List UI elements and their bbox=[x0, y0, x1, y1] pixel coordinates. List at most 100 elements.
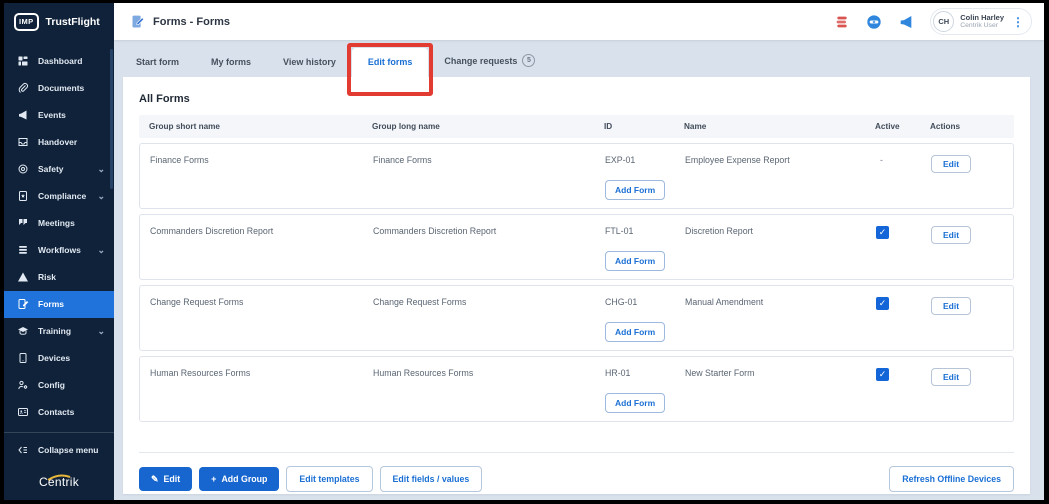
cell-short-name: Change Request Forms bbox=[140, 297, 363, 307]
tab-change-requests[interactable]: Change requests 5 bbox=[428, 45, 551, 77]
content-area: All Forms Group short name Group long na… bbox=[114, 77, 1044, 500]
sidebar-item-events[interactable]: Events bbox=[4, 102, 114, 129]
megaphone-icon bbox=[17, 109, 29, 121]
sidebar-item-label: Training bbox=[38, 326, 71, 336]
cell-id: FTL-01 bbox=[595, 226, 675, 236]
add-group-button[interactable]: + Add Group bbox=[199, 467, 279, 491]
brand-logo[interactable]: IMP TrustFlight bbox=[4, 3, 114, 43]
offline-queue-icon[interactable] bbox=[834, 14, 850, 30]
user-info: Colin Harley Centrik User bbox=[960, 13, 1004, 31]
collapse-arrow-icon bbox=[17, 444, 29, 456]
edit-templates-button[interactable]: Edit templates bbox=[286, 466, 372, 492]
cell-short-name: Commanders Discretion Report bbox=[140, 226, 363, 236]
edit-button[interactable]: Edit bbox=[931, 226, 971, 244]
sidebar-item-devices[interactable]: Devices bbox=[4, 345, 114, 372]
table-row: Change Request Forms Change Request Form… bbox=[139, 285, 1014, 351]
change-requests-count-badge: 5 bbox=[522, 54, 535, 67]
tab-start-form[interactable]: Start form bbox=[120, 48, 195, 77]
sidebar-item-forms[interactable]: Forms bbox=[4, 291, 114, 318]
sidebar: IMP TrustFlight Dashboard Documents Even… bbox=[4, 3, 114, 500]
table-row: Human Resources Forms Human Resources Fo… bbox=[139, 356, 1014, 422]
active-checkbox[interactable]: ✓ bbox=[876, 297, 889, 310]
edit-button[interactable]: Edit bbox=[931, 297, 971, 315]
edit-button[interactable]: Edit bbox=[931, 155, 971, 173]
sidebar-item-safety[interactable]: Safety ⌄ bbox=[4, 156, 114, 183]
refresh-offline-devices-button[interactable]: Refresh Offline Devices bbox=[889, 466, 1014, 492]
sidebar-item-meetings[interactable]: Meetings bbox=[4, 210, 114, 237]
centrik-logo: Centrik bbox=[4, 465, 114, 501]
app-window: IMP TrustFlight Dashboard Documents Even… bbox=[4, 3, 1044, 500]
kebab-menu-icon[interactable]: ⋮ bbox=[1010, 15, 1026, 29]
app-name: TrustFlight bbox=[46, 16, 100, 28]
sidebar-item-handover[interactable]: Handover bbox=[4, 129, 114, 156]
user-menu[interactable]: CH Colin Harley Centrik User ⋮ bbox=[930, 8, 1032, 35]
cell-id: HR-01 bbox=[595, 368, 675, 378]
add-form-button[interactable]: Add Form bbox=[605, 251, 665, 271]
sidebar-item-label: Config bbox=[38, 380, 65, 390]
add-form-button[interactable]: Add Form bbox=[605, 322, 665, 342]
col-actions: Actions bbox=[920, 122, 1014, 131]
edit-button[interactable]: Edit bbox=[931, 368, 971, 386]
sidebar-item-label: Workflows bbox=[38, 245, 81, 255]
stacked-lines-icon bbox=[17, 244, 29, 256]
tablet-icon bbox=[17, 352, 29, 364]
tab-view-history[interactable]: View history bbox=[267, 48, 352, 77]
active-empty-value: - bbox=[866, 155, 921, 165]
cell-long-name: Commanders Discretion Report bbox=[363, 226, 595, 236]
announcement-megaphone-icon[interactable] bbox=[898, 14, 914, 30]
id-card-icon bbox=[17, 406, 29, 418]
cell-long-name: Finance Forms bbox=[363, 155, 595, 165]
main-area: Forms - Forms CH Colin Harley Centrik Us… bbox=[114, 3, 1044, 500]
sidebar-item-training[interactable]: Training ⌄ bbox=[4, 318, 114, 345]
sidebar-item-risk[interactable]: Risk bbox=[4, 264, 114, 291]
sidebar-item-label: Dashboard bbox=[38, 56, 82, 66]
sidebar-item-compliance[interactable]: Compliance ⌄ bbox=[4, 183, 114, 210]
inbox-tray-icon bbox=[17, 136, 29, 148]
pencil-icon: ✎ bbox=[151, 475, 159, 484]
panel-heading: All Forms bbox=[139, 93, 1014, 105]
tab-bar: Start form My forms View history Edit fo… bbox=[114, 40, 1044, 77]
sidebar-nav: Dashboard Documents Events Handover Safe… bbox=[4, 43, 114, 465]
add-form-button[interactable]: Add Form bbox=[605, 180, 665, 200]
edit-group-button[interactable]: ✎ Edit bbox=[139, 467, 192, 491]
page-title: Forms - Forms bbox=[153, 16, 230, 28]
sidebar-item-contacts[interactable]: Contacts bbox=[4, 399, 114, 426]
edit-fields-values-button[interactable]: Edit fields / values bbox=[380, 466, 483, 492]
add-form-button[interactable]: Add Form bbox=[605, 393, 665, 413]
avatar: CH bbox=[933, 11, 954, 32]
page-title-group: Forms - Forms bbox=[130, 14, 230, 29]
collapse-menu-button[interactable]: Collapse menu bbox=[4, 435, 114, 465]
sidebar-item-label: Events bbox=[38, 110, 66, 120]
sidebar-item-config[interactable]: Config bbox=[4, 372, 114, 399]
user-name: Colin Harley bbox=[960, 13, 1004, 22]
dashboard-icon bbox=[17, 55, 29, 67]
active-checkbox[interactable]: ✓ bbox=[876, 226, 889, 239]
certificate-icon bbox=[17, 190, 29, 202]
tab-my-forms[interactable]: My forms bbox=[195, 48, 267, 77]
cell-short-name: Human Resources Forms bbox=[140, 368, 363, 378]
sidebar-item-label: Risk bbox=[38, 272, 56, 282]
link-icon[interactable] bbox=[866, 14, 882, 30]
sidebar-item-workflows[interactable]: Workflows ⌄ bbox=[4, 237, 114, 264]
sidebar-item-label: Handover bbox=[38, 137, 77, 147]
sidebar-item-dashboard[interactable]: Dashboard bbox=[4, 48, 114, 75]
chevron-down-icon: ⌄ bbox=[97, 165, 105, 174]
screenshot-frame: IMP TrustFlight Dashboard Documents Even… bbox=[0, 0, 1049, 504]
warning-triangle-icon bbox=[17, 271, 29, 283]
sidebar-item-label: Forms bbox=[38, 299, 64, 309]
sidebar-item-documents[interactable]: Documents bbox=[4, 75, 114, 102]
sidebar-item-label: Compliance bbox=[38, 191, 86, 201]
footer-actions: ✎ Edit + Add Group Edit templates Edit f… bbox=[139, 452, 1014, 492]
cell-name: Discretion Report bbox=[675, 226, 866, 236]
cell-long-name: Change Request Forms bbox=[363, 297, 595, 307]
tab-edit-forms[interactable]: Edit forms bbox=[352, 48, 429, 77]
sidebar-item-label: Contacts bbox=[38, 407, 74, 417]
graduation-cap-icon bbox=[17, 325, 29, 337]
active-checkbox[interactable]: ✓ bbox=[876, 368, 889, 381]
chevron-down-icon: ⌄ bbox=[97, 192, 105, 201]
chevron-down-icon: ⌄ bbox=[97, 246, 105, 255]
cell-name: Manual Amendment bbox=[675, 297, 866, 307]
all-forms-panel: All Forms Group short name Group long na… bbox=[123, 77, 1030, 494]
plus-icon: + bbox=[211, 475, 216, 484]
table-header-row: Group short name Group long name ID Name… bbox=[139, 115, 1014, 138]
